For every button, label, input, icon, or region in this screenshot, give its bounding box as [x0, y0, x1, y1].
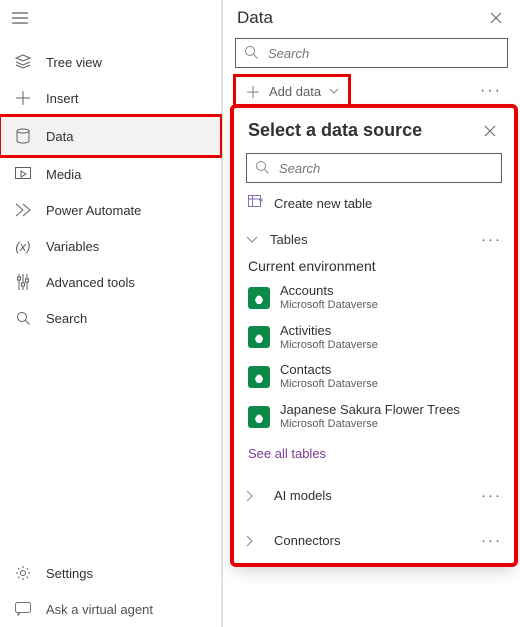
data-source-name: Accounts: [280, 284, 378, 299]
chevron-down-icon: [246, 236, 264, 244]
gear-icon: [14, 564, 32, 582]
nav-label: Settings: [46, 566, 93, 581]
tables-more-button[interactable]: ···: [481, 231, 502, 248]
data-source-sub: Microsoft Dataverse: [280, 299, 378, 312]
nav-label: Media: [46, 167, 81, 182]
chevron-right-icon: [246, 490, 264, 502]
nav-item-data[interactable]: Data: [0, 116, 221, 156]
nav-item-insert[interactable]: Insert: [0, 80, 221, 116]
ai-models-more-button[interactable]: ···: [481, 487, 502, 504]
current-environment-label: Current environment: [234, 254, 514, 278]
flyout-search-input[interactable]: [279, 161, 493, 176]
data-source-item-accounts[interactable]: Accounts Microsoft Dataverse: [234, 278, 514, 318]
nav-label: Variables: [46, 239, 99, 254]
data-panel-header: Data: [223, 0, 520, 34]
data-panel-title: Data: [237, 8, 273, 28]
tools-icon: [14, 273, 32, 291]
nav-label: Data: [46, 129, 73, 144]
data-search-input[interactable]: [268, 46, 499, 61]
data-source-item-contacts[interactable]: Contacts Microsoft Dataverse: [234, 357, 514, 397]
close-icon: [490, 12, 502, 24]
nav-label: Advanced tools: [46, 275, 135, 290]
nav-label: Search: [46, 311, 87, 326]
data-source-item-activities[interactable]: Activities Microsoft Dataverse: [234, 318, 514, 358]
bottom-nav: Settings Ask a virtual agent: [0, 555, 221, 627]
flyout-title: Select a data source: [248, 120, 422, 141]
flyout-header: Select a data source: [234, 108, 514, 149]
data-source-sub: Microsoft Dataverse: [280, 418, 460, 431]
see-all-tables-link[interactable]: See all tables: [234, 436, 514, 473]
data-source-name: Contacts: [280, 363, 378, 378]
layers-icon: [14, 53, 32, 71]
more-options-button[interactable]: ···: [480, 82, 508, 100]
nav-label: Ask a virtual agent: [46, 602, 153, 617]
data-source-name: Activities: [280, 324, 378, 339]
search-icon: [14, 309, 32, 327]
chat-icon: [14, 600, 32, 618]
close-icon: [484, 125, 496, 137]
data-source-sub: Microsoft Dataverse: [280, 339, 378, 352]
flyout-search-box[interactable]: [246, 153, 502, 183]
nav-label: Insert: [46, 91, 79, 106]
ai-models-section-header[interactable]: AI models ···: [234, 473, 514, 518]
ai-models-label: AI models: [274, 488, 332, 503]
hamburger-menu[interactable]: [0, 0, 40, 36]
connectors-label: Connectors: [274, 533, 340, 548]
add-data-button[interactable]: ＋ Add data: [235, 76, 349, 106]
nav-item-search[interactable]: Search: [0, 300, 221, 336]
data-search-box[interactable]: [235, 38, 508, 68]
nav-item-virtual-agent[interactable]: Ask a virtual agent: [0, 591, 221, 627]
dataverse-icon: [248, 366, 270, 388]
nav-label: Power Automate: [46, 203, 141, 218]
flyout-close-button[interactable]: [480, 121, 500, 141]
search-icon: [244, 45, 260, 61]
plus-icon: ＋: [245, 79, 261, 103]
tables-label: Tables: [270, 232, 308, 247]
nav-item-power-automate[interactable]: Power Automate: [0, 192, 221, 228]
data-source-name: Japanese Sakura Flower Trees: [280, 403, 460, 418]
dataverse-icon: [248, 326, 270, 348]
add-data-label: Add data: [269, 84, 321, 99]
nav-item-variables[interactable]: (x) Variables: [0, 228, 221, 264]
create-new-table-button[interactable]: Create new table: [234, 189, 514, 221]
search-icon: [255, 160, 271, 176]
chevron-right-icon: [246, 535, 264, 547]
nav-item-settings[interactable]: Settings: [0, 555, 221, 591]
create-new-table-label: Create new table: [274, 196, 372, 211]
plus-icon: [14, 89, 32, 107]
media-icon: [14, 165, 32, 183]
close-button[interactable]: [486, 8, 506, 28]
chevron-down-icon: [329, 88, 339, 94]
table-plus-icon: [248, 195, 264, 211]
connectors-more-button[interactable]: ···: [481, 532, 502, 549]
select-data-source-flyout: Select a data source Create new table Ta…: [234, 108, 514, 563]
variable-icon: (x): [14, 237, 32, 255]
nav-list: Tree view Insert Data Media Power Automa…: [0, 36, 221, 336]
flow-icon: [14, 201, 32, 219]
connectors-section-header[interactable]: Connectors ···: [234, 518, 514, 563]
dataverse-icon: [248, 287, 270, 309]
data-source-sub: Microsoft Dataverse: [280, 378, 378, 391]
data-source-item-sakura[interactable]: Japanese Sakura Flower Trees Microsoft D…: [234, 397, 514, 437]
nav-item-advanced-tools[interactable]: Advanced tools: [0, 264, 221, 300]
nav-item-tree-view[interactable]: Tree view: [0, 44, 221, 80]
dataverse-icon: [248, 406, 270, 428]
database-icon: [14, 127, 32, 145]
hamburger-icon: [12, 12, 28, 24]
tables-section-header[interactable]: Tables ···: [234, 221, 514, 254]
left-rail: Tree view Insert Data Media Power Automa…: [0, 0, 222, 627]
nav-label: Tree view: [46, 55, 102, 70]
nav-item-media[interactable]: Media: [0, 156, 221, 192]
